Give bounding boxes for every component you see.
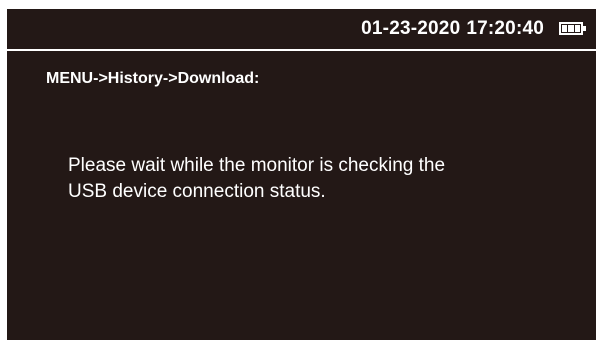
status-date: 01-23-2020: [361, 18, 461, 39]
message-line-2: USB device connection status.: [68, 181, 326, 202]
date-time: 01-23-2020 17:20:40: [361, 18, 544, 40]
status-time: 17:20:40: [466, 18, 544, 39]
battery-tip: [583, 26, 586, 31]
breadcrumb: MENU->History->Download:: [46, 70, 260, 87]
status-bar: 01-23-2020 17:20:40: [7, 9, 596, 49]
battery-cell: [568, 25, 574, 32]
message-line-1: Please wait while the monitor is checkin…: [68, 155, 446, 176]
monitor-screen: 01-23-2020 17:20:40 MENU->History->Downlo…: [7, 9, 596, 340]
status-divider: [7, 49, 596, 51]
battery-cell: [574, 25, 580, 32]
battery-icon: [559, 22, 586, 35]
battery-cell: [562, 25, 568, 32]
status-message: Please wait while the monitor is checkin…: [68, 153, 548, 205]
